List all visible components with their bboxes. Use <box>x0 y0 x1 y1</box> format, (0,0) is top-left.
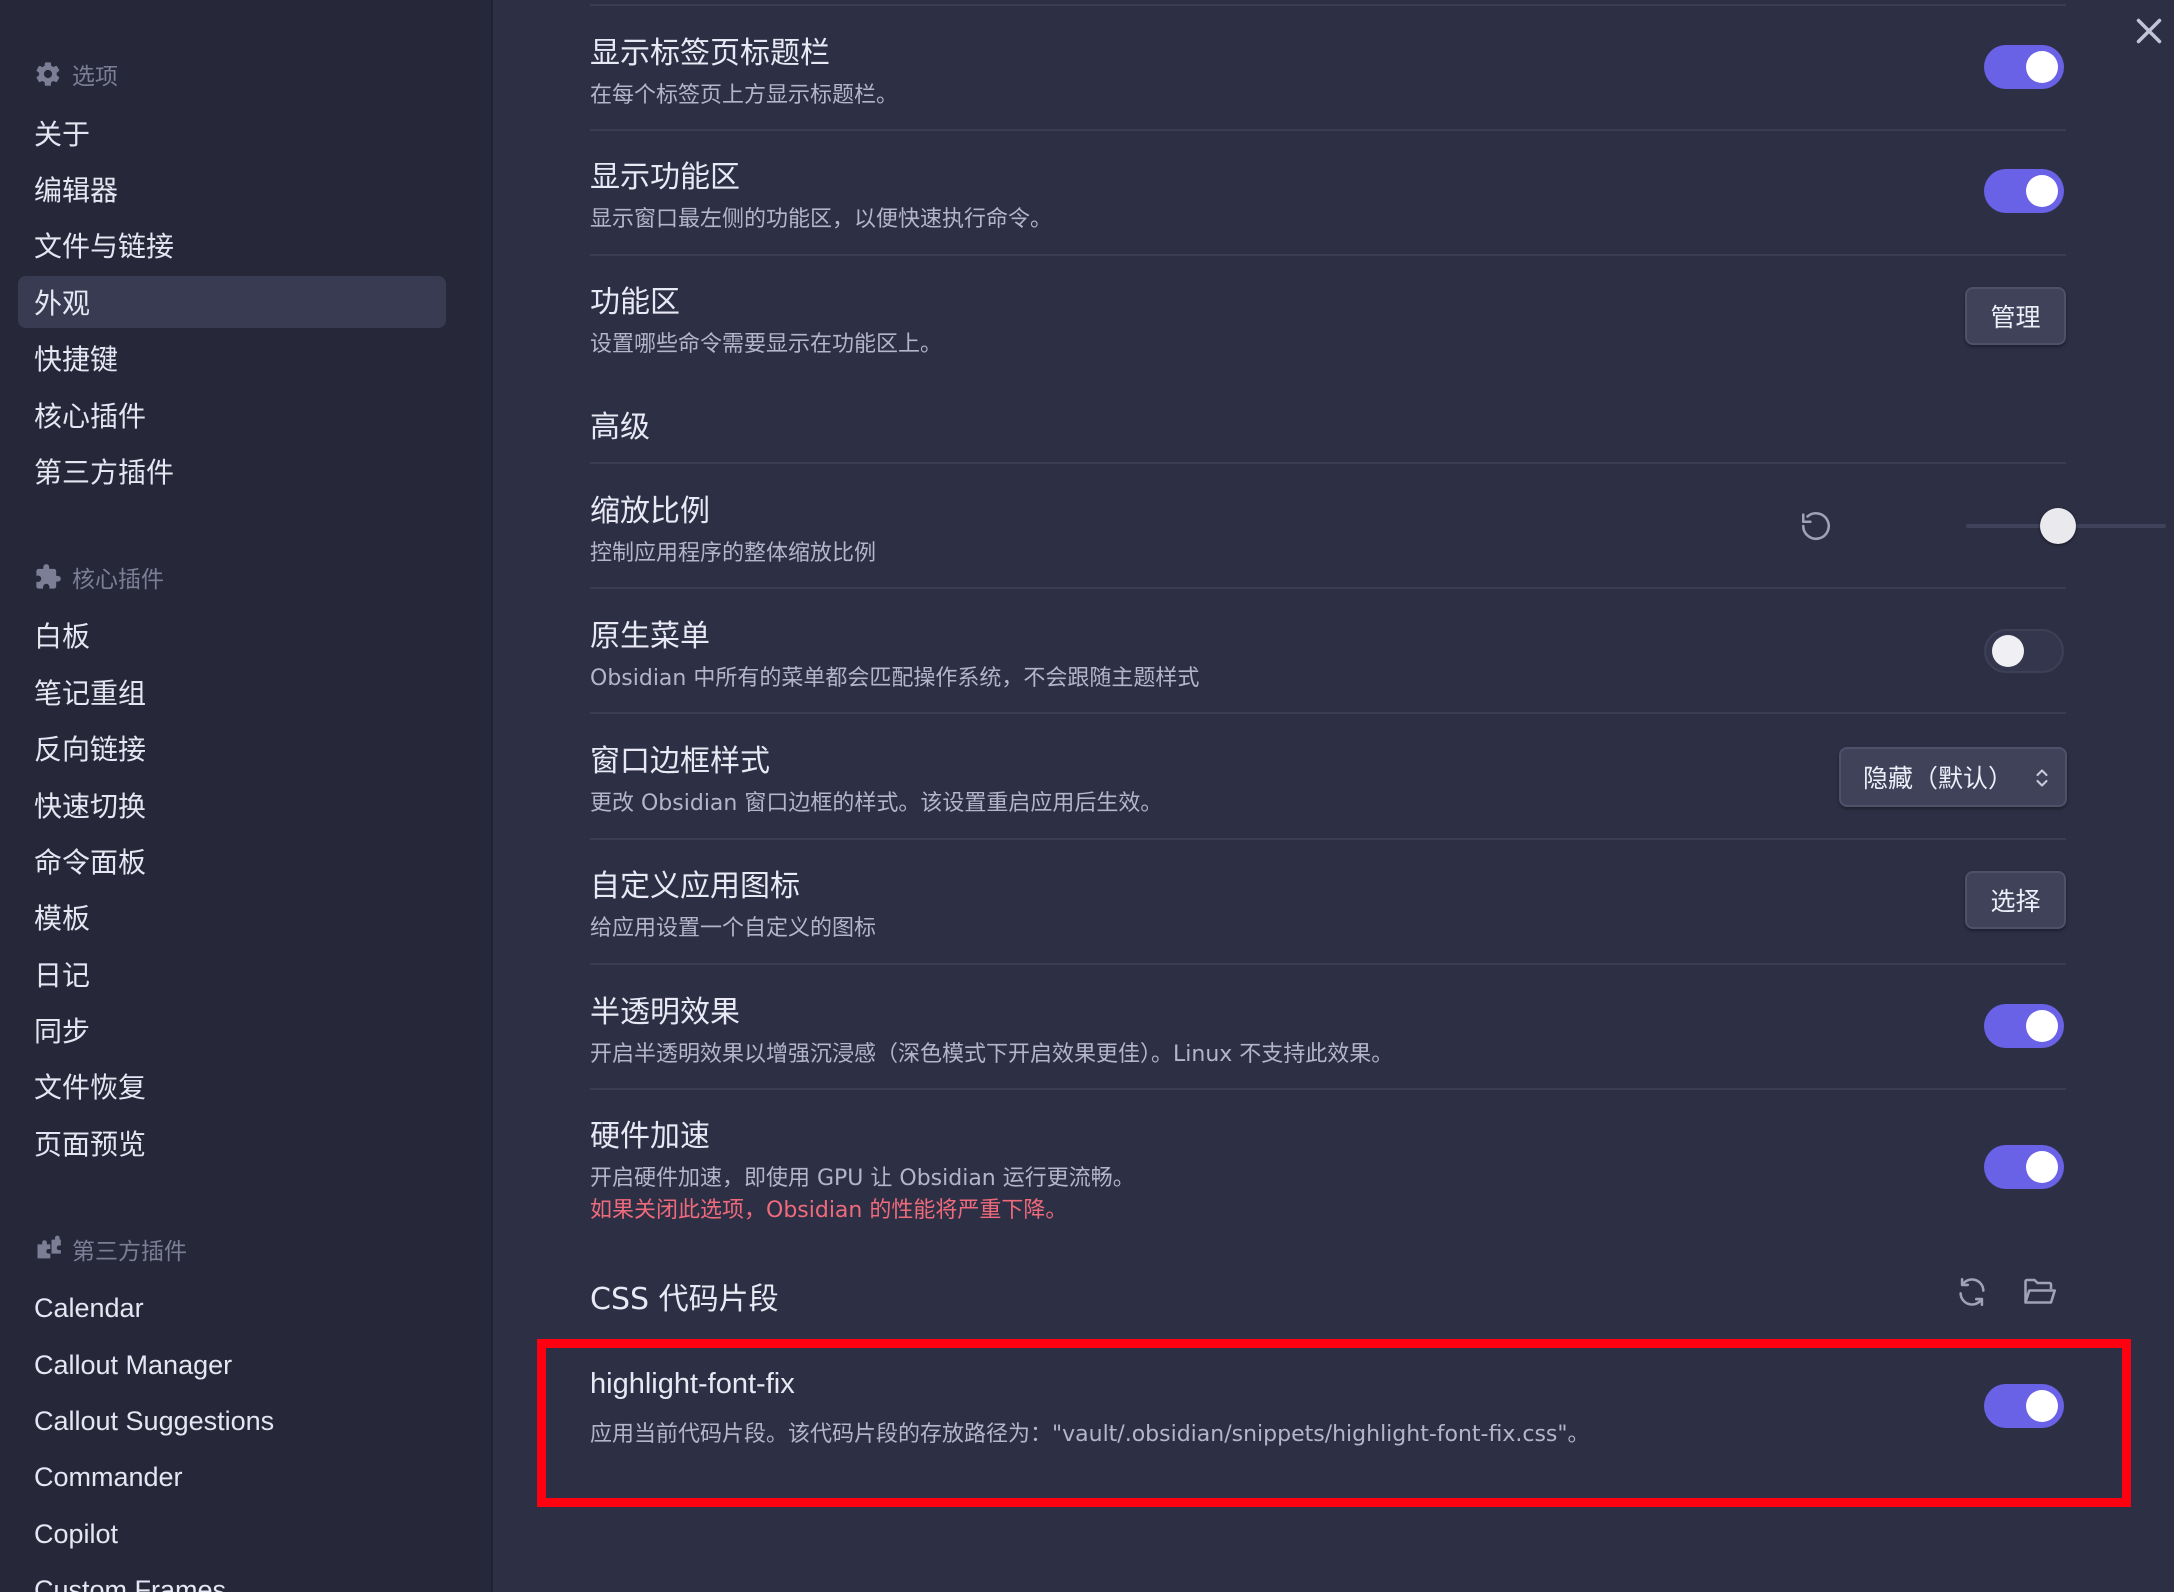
sidebar-item-community-plugins[interactable]: 第三方插件 <box>18 445 446 497</box>
nav-group-title-text: 选项 <box>72 64 118 90</box>
settings-sidebar: 选项 关于 编辑器 文件与链接 外观 快捷键 核心插件 第三方插件 核心插件 白… <box>0 0 493 1592</box>
setting-title: 硬件加速 <box>590 1119 710 1154</box>
toggle-knob <box>2026 1010 2058 1042</box>
nav-group-options: 选项 <box>34 54 118 94</box>
sidebar-item-sync[interactable]: 同步 <box>18 1004 446 1056</box>
sidebar-item-core-plugins[interactable]: 核心插件 <box>18 389 446 441</box>
setting-description: 显示窗口最左侧的功能区，以便快速执行命令。 <box>590 207 1053 232</box>
sidebar-item-canvas[interactable]: 白板 <box>18 609 446 661</box>
frame-style-selected-value: 隐藏（默认） <box>1863 764 2014 793</box>
sidebar-item-callout-suggestions[interactable]: Callout Suggestions <box>18 1395 446 1447</box>
sidebar-item-command-palette[interactable]: 命令面板 <box>18 835 446 887</box>
setting-native-menus: 原生菜单 Obsidian 中所有的菜单都会匹配操作系统，不会跟随主题样式 <box>590 589 2066 714</box>
sidebar-item-about[interactable]: 关于 <box>18 107 446 159</box>
setting-description: 控制应用程序的整体缩放比例 <box>590 541 877 566</box>
puzzle-icon <box>34 563 62 591</box>
close-icon[interactable] <box>2128 10 2170 52</box>
chevron-up-down-icon <box>2033 766 2051 790</box>
sidebar-item-callout-manager[interactable]: Callout Manager <box>18 1339 446 1391</box>
folder-open-icon[interactable] <box>2019 1272 2059 1312</box>
hardware-acceleration-toggle[interactable] <box>1984 1145 2064 1189</box>
sidebar-item-templates[interactable]: 模板 <box>18 891 446 943</box>
choose-icon-button[interactable]: 选择 <box>1965 871 2066 929</box>
setting-title: 半透明效果 <box>590 995 740 1030</box>
setting-description: 在每个标签页上方显示标题栏。 <box>590 83 899 108</box>
toggle-knob <box>2026 51 2058 83</box>
setting-title: 显示标签页标题栏 <box>590 36 830 71</box>
reload-icon[interactable] <box>1952 1272 1992 1312</box>
native-menus-toggle[interactable] <box>1984 629 2064 673</box>
sidebar-item-appearance[interactable]: 外观 <box>18 276 446 328</box>
toggle-knob <box>1992 635 2024 667</box>
sidebar-item-custom-frames[interactable]: Custom Frames <box>18 1564 446 1592</box>
zoom-slider-thumb[interactable] <box>2040 508 2076 544</box>
sidebar-item-quick-switcher[interactable]: 快速切换 <box>18 779 446 831</box>
setting-description: 给应用设置一个自定义的图标 <box>590 916 877 941</box>
puzzle-pieces-icon <box>34 1235 62 1263</box>
sidebar-item-file-recovery[interactable]: 文件恢复 <box>18 1060 446 1112</box>
sidebar-item-copilot[interactable]: Copilot <box>18 1508 446 1560</box>
setting-title: 窗口边框样式 <box>590 744 770 779</box>
gear-icon <box>34 60 62 88</box>
toggle-knob <box>2026 175 2058 207</box>
translucent-toggle[interactable] <box>1984 1004 2064 1048</box>
setting-title: 缩放比例 <box>590 494 710 529</box>
setting-description: 设置哪些命令需要显示在功能区上。 <box>590 332 943 357</box>
settings-modal: 选项 关于 编辑器 文件与链接 外观 快捷键 核心插件 第三方插件 核心插件 白… <box>0 0 2174 1592</box>
setting-show-ribbon: 显示功能区 显示窗口最左侧的功能区，以便快速执行命令。 <box>590 131 2066 256</box>
setting-css-snippets: CSS 代码片段 <box>590 1250 2066 1340</box>
setting-hardware-acceleration: 硬件加速 开启硬件加速，即使用 GPU 让 Obsidian 运行更流畅。 如果… <box>590 1090 2066 1250</box>
setting-custom-app-icon: 自定义应用图标 给应用设置一个自定义的图标 选择 <box>590 840 2066 965</box>
setting-description: 开启硬件加速，即使用 GPU 让 Obsidian 运行更流畅。 <box>590 1166 1135 1191</box>
nav-group-core-plugins: 核心插件 <box>34 557 164 597</box>
highlight-annotation-box <box>537 1339 2131 1507</box>
setting-description: 开启半透明效果以增强沉浸感（深色模式下开启效果更佳）。Linux 不支持此效果。 <box>590 1042 1394 1067</box>
sidebar-item-files-links[interactable]: 文件与链接 <box>18 219 446 271</box>
setting-show-tab-title-bar: 显示标签页标题栏 在每个标签页上方显示标题栏。 <box>590 6 2066 131</box>
setting-ribbon: 功能区 设置哪些命令需要显示在功能区上。 管理 <box>590 256 2066 381</box>
setting-title: CSS 代码片段 <box>590 1282 779 1317</box>
setting-translucent: 半透明效果 开启半透明效果以增强沉浸感（深色模式下开启效果更佳）。Linux 不… <box>590 965 2066 1090</box>
setting-frame-style: 窗口边框样式 更改 Obsidian 窗口边框的样式。该设置重启应用后生效。 隐… <box>590 714 2067 840</box>
sidebar-item-editor[interactable]: 编辑器 <box>18 163 446 215</box>
show-tab-title-bar-toggle[interactable] <box>1984 45 2064 89</box>
sidebar-item-commander[interactable]: Commander <box>18 1451 446 1503</box>
show-ribbon-toggle[interactable] <box>1984 169 2064 213</box>
setting-title: 显示功能区 <box>590 160 740 195</box>
setting-description: 更改 Obsidian 窗口边框的样式。该设置重启应用后生效。 <box>590 791 1163 816</box>
nav-group-title-text: 核心插件 <box>72 567 164 593</box>
setting-title: 功能区 <box>590 285 680 320</box>
nav-group-community-plugins: 第三方插件 <box>34 1229 187 1269</box>
setting-zoom: 缩放比例 控制应用程序的整体缩放比例 <box>590 464 2166 589</box>
setting-title: 原生菜单 <box>590 619 710 654</box>
sidebar-item-page-preview[interactable]: 页面预览 <box>18 1117 446 1169</box>
setting-description: Obsidian 中所有的菜单都会匹配操作系统，不会跟随主题样式 <box>590 666 1200 691</box>
reset-icon[interactable] <box>1796 506 1836 546</box>
setting-title: 自定义应用图标 <box>590 869 800 904</box>
sidebar-item-daily-notes[interactable]: 日记 <box>18 948 446 1000</box>
sidebar-item-calendar[interactable]: Calendar <box>18 1282 446 1334</box>
section-heading-advanced: 高级 <box>590 410 650 445</box>
sidebar-item-hotkeys[interactable]: 快捷键 <box>18 332 446 384</box>
manage-ribbon-button[interactable]: 管理 <box>1965 287 2066 345</box>
nav-group-title-text: 第三方插件 <box>72 1239 187 1265</box>
sidebar-item-note-composer[interactable]: 笔记重组 <box>18 666 446 718</box>
frame-style-select[interactable]: 隐藏（默认） <box>1839 747 2067 807</box>
toggle-knob <box>2026 1151 2058 1183</box>
sidebar-item-backlinks[interactable]: 反向链接 <box>18 722 446 774</box>
setting-warning: 如果关闭此选项，Obsidian 的性能将严重下降。 <box>590 1198 1068 1223</box>
